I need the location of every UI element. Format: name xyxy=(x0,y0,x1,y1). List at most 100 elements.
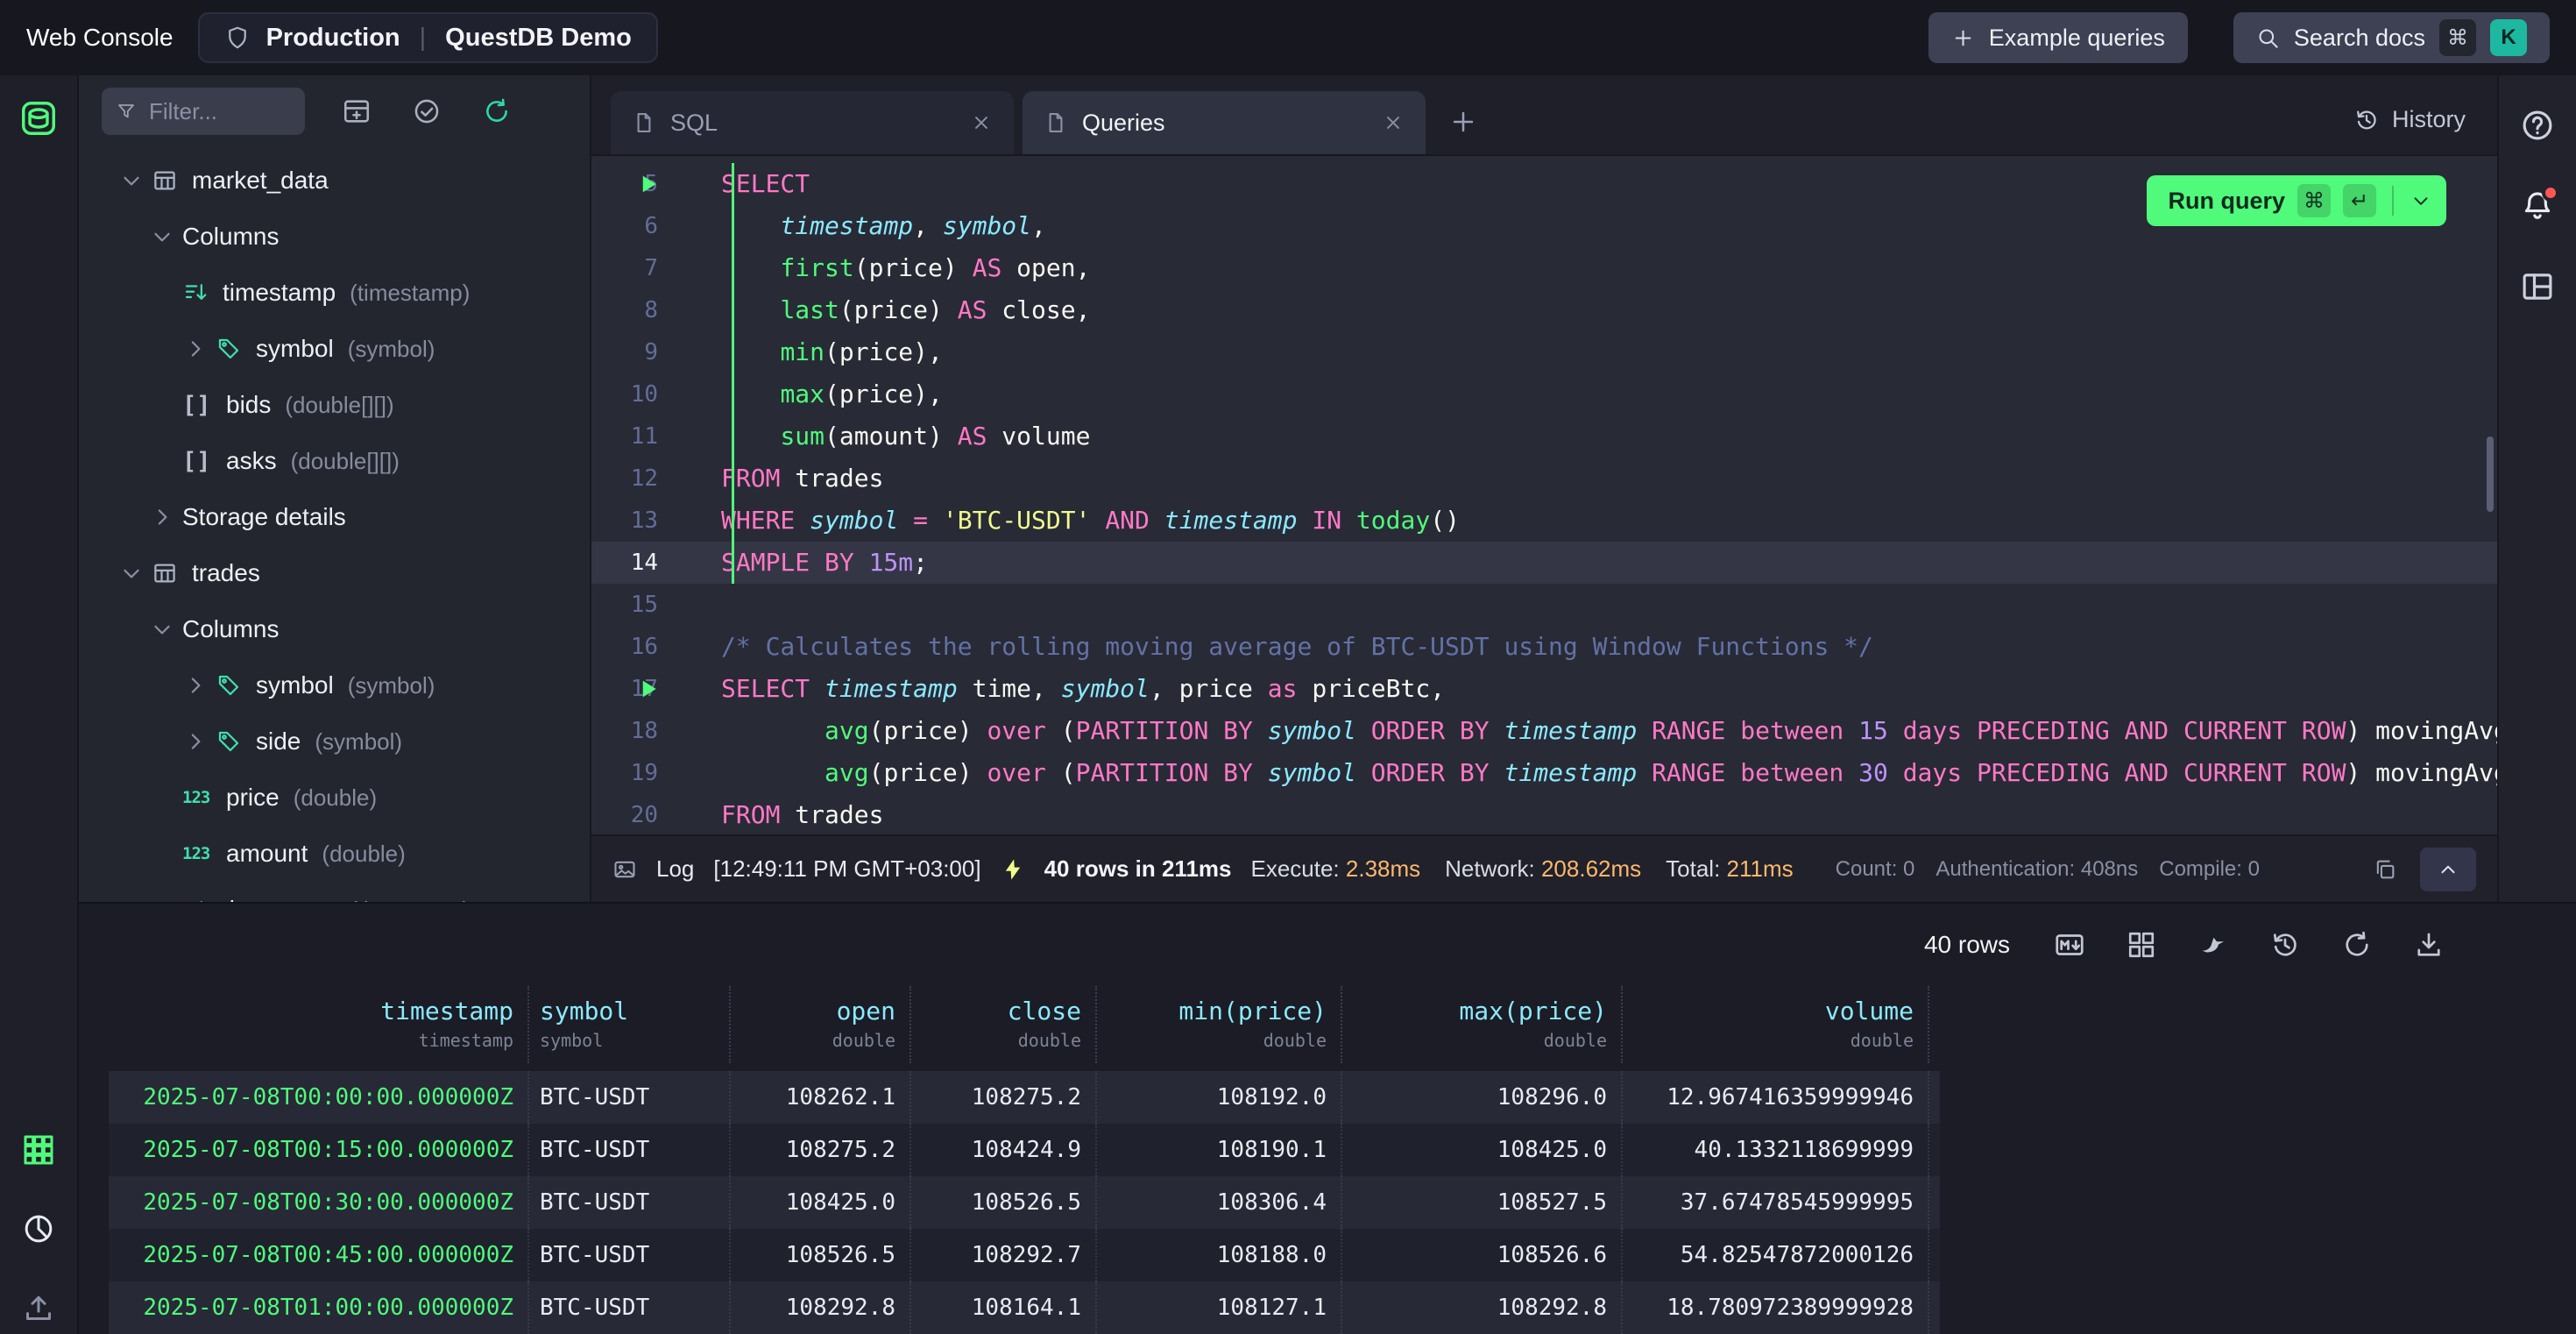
cell-timestamp[interactable]: 2025-07-08T00:45:00.000000Z xyxy=(109,1229,529,1281)
tree-item-market_data[interactable]: market_data xyxy=(79,153,590,209)
code-line-11[interactable]: 11 sum(amount) AS volume xyxy=(591,415,2497,458)
bird-icon[interactable] xyxy=(2197,929,2229,961)
cell-open[interactable]: 108425.0 xyxy=(731,1176,911,1229)
run-line-play-icon[interactable] xyxy=(635,676,662,702)
tree-item-amount[interactable]: 123amount(double) xyxy=(79,826,590,882)
cell-volume[interactable]: 37.67478545999995 xyxy=(1623,1176,1929,1229)
chevron-right-icon[interactable] xyxy=(182,728,209,755)
cell-close[interactable]: 108424.9 xyxy=(911,1124,1097,1176)
editor-scrollbar[interactable] xyxy=(2487,436,2494,512)
chevron-right-icon[interactable] xyxy=(182,672,209,699)
code-line-13[interactable]: 13 WHERE symbol = 'BTC-USDT' AND timesta… xyxy=(591,500,2497,542)
cell-volume[interactable]: 18.780972389999928 xyxy=(1623,1281,1929,1334)
filter-input[interactable] xyxy=(149,98,280,125)
tree-item-symbol[interactable]: symbol(symbol) xyxy=(79,657,590,713)
history-icon[interactable] xyxy=(2269,929,2301,961)
tree-item-storage-details[interactable]: Storage details xyxy=(79,489,590,545)
tree-item-columns[interactable]: Columns xyxy=(79,209,590,265)
table-row[interactable]: 2025-07-08T00:00:00.000000ZBTC-USDT10826… xyxy=(109,1071,1940,1124)
code-line-12[interactable]: 12 FROM trades xyxy=(591,458,2497,500)
tree-item-symbol[interactable]: symbol(symbol) xyxy=(79,321,590,377)
questdb-logo-icon[interactable] xyxy=(18,98,59,138)
table-row[interactable]: 2025-07-08T01:00:00.000000ZBTC-USDT10829… xyxy=(109,1281,1940,1334)
code-line-7[interactable]: 7 first(price) AS open, xyxy=(591,247,2497,289)
column-header-open[interactable]: open double xyxy=(731,986,911,1063)
chevron-right-icon[interactable] xyxy=(149,504,175,530)
table-row[interactable]: 2025-07-08T00:30:00.000000ZBTC-USDT10842… xyxy=(109,1176,1940,1229)
filter-box[interactable] xyxy=(102,88,305,135)
code-line-9[interactable]: 9 min(price), xyxy=(591,331,2497,373)
grid-view-icon[interactable] xyxy=(2126,929,2157,961)
tree-item-asks[interactable]: []asks(double[][]) xyxy=(79,433,590,489)
new-tab-button[interactable] xyxy=(1448,107,1478,137)
cell-max-price-[interactable]: 108527.5 xyxy=(1342,1176,1623,1229)
code-line-14[interactable]: 14 SAMPLE BY 15m; xyxy=(591,542,2497,584)
cell-close[interactable]: 108164.1 xyxy=(911,1281,1097,1334)
import-icon[interactable] xyxy=(21,1290,56,1325)
cell-symbol[interactable]: BTC-USDT xyxy=(529,1229,731,1281)
chevron-down-icon[interactable] xyxy=(149,224,175,250)
cell-timestamp[interactable]: 2025-07-08T00:30:00.000000Z xyxy=(109,1176,529,1229)
tab-queries[interactable]: Queries xyxy=(1023,91,1426,154)
column-header-symbol[interactable]: symbol symbol xyxy=(529,986,731,1063)
tree-item-timestamp[interactable]: timestamp(timestamp) xyxy=(79,265,590,321)
example-queries-button[interactable]: Example queries xyxy=(1928,12,2188,63)
cell-timestamp[interactable]: 2025-07-08T00:00:00.000000Z xyxy=(109,1071,529,1124)
tree-item-columns[interactable]: Columns xyxy=(79,601,590,657)
cell-timestamp[interactable]: 2025-07-08T01:00:00.000000Z xyxy=(109,1281,529,1334)
code-line-19[interactable]: 19 avg(price) over (PARTITION BY symbol … xyxy=(591,752,2497,794)
sql-editor[interactable]: 5 SELECT 6 timestamp, symbol, 7 first(pr… xyxy=(591,156,2497,834)
code-line-20[interactable]: 20 FROM trades xyxy=(591,794,2497,834)
cell-timestamp[interactable]: 2025-07-08T00:15:00.000000Z xyxy=(109,1124,529,1176)
history-button[interactable]: History xyxy=(2353,106,2466,133)
chevron-right-icon[interactable] xyxy=(182,336,209,362)
cell-min-price-[interactable]: 108306.4 xyxy=(1097,1176,1342,1229)
table-row[interactable]: 2025-07-08T00:15:00.000000ZBTC-USDT10827… xyxy=(109,1124,1940,1176)
markdown-export-icon[interactable] xyxy=(2054,929,2085,961)
cell-open[interactable]: 108262.1 xyxy=(731,1071,911,1124)
code-line-18[interactable]: 18 avg(price) over (PARTITION BY symbol … xyxy=(591,710,2497,752)
cell-min-price-[interactable]: 108192.0 xyxy=(1097,1071,1342,1124)
cell-volume[interactable]: 54.82547872000126 xyxy=(1623,1229,1929,1281)
instance-badge[interactable]: Production | QuestDB Demo xyxy=(198,12,658,63)
cell-symbol[interactable]: BTC-USDT xyxy=(529,1281,731,1334)
chevron-down-icon[interactable] xyxy=(118,167,145,194)
cell-close[interactable]: 108275.2 xyxy=(911,1071,1097,1124)
run-query-button[interactable]: Run query ⌘ ↵ xyxy=(2147,175,2446,226)
cell-symbol[interactable]: BTC-USDT xyxy=(529,1124,731,1176)
cell-close[interactable]: 108526.5 xyxy=(911,1176,1097,1229)
run-line-play-icon[interactable] xyxy=(635,171,662,197)
tree-item-bids[interactable]: []bids(double[][]) xyxy=(79,377,590,433)
code-line-17[interactable]: 17 SELECT timestamp time, symbol, price … xyxy=(591,668,2497,710)
cell-symbol[interactable]: BTC-USDT xyxy=(529,1176,731,1229)
chevron-down-icon[interactable] xyxy=(149,616,175,642)
cell-volume[interactable]: 40.1332118699999 xyxy=(1623,1124,1929,1176)
cell-symbol[interactable]: BTC-USDT xyxy=(529,1071,731,1124)
tree-item-price[interactable]: 123price(double) xyxy=(79,770,590,826)
cell-min-price-[interactable]: 108190.1 xyxy=(1097,1124,1342,1176)
cell-max-price-[interactable]: 108425.0 xyxy=(1342,1124,1623,1176)
cell-volume[interactable]: 12.967416359999946 xyxy=(1623,1071,1929,1124)
cell-max-price-[interactable]: 108296.0 xyxy=(1342,1071,1623,1124)
tree-item-side[interactable]: side(symbol) xyxy=(79,713,590,770)
close-tab-icon[interactable] xyxy=(970,111,993,134)
search-docs-button[interactable]: Search docs ⌘ K xyxy=(2233,12,2550,63)
select-tables-icon[interactable] xyxy=(412,96,442,126)
cell-min-price-[interactable]: 108127.1 xyxy=(1097,1281,1342,1334)
cell-open[interactable]: 108292.8 xyxy=(731,1281,911,1334)
panels-button[interactable] xyxy=(2519,268,2556,305)
cell-close[interactable]: 108292.7 xyxy=(911,1229,1097,1281)
pie-chart-icon[interactable] xyxy=(21,1211,56,1246)
refresh-schema-icon[interactable] xyxy=(482,96,512,126)
table-row[interactable]: 2025-07-08T00:45:00.000000ZBTC-USDT 10852… xyxy=(109,1229,1940,1281)
cell-open[interactable]: 108275.2 xyxy=(731,1124,911,1176)
code-line-15[interactable]: 15 xyxy=(591,584,2497,626)
tree-item-trades[interactable]: trades xyxy=(79,545,590,601)
column-header-min-price-[interactable]: min(price) double xyxy=(1097,986,1342,1063)
download-icon[interactable] xyxy=(2413,929,2445,961)
collapse-log-button[interactable] xyxy=(2420,848,2476,891)
column-header-close[interactable]: close double xyxy=(911,986,1097,1063)
tree-item-timestamp[interactable]: timestamp(timestamp) xyxy=(79,882,590,902)
cell-max-price-[interactable]: 108292.8 xyxy=(1342,1281,1623,1334)
cell-max-price-[interactable]: 108526.6 xyxy=(1342,1229,1623,1281)
